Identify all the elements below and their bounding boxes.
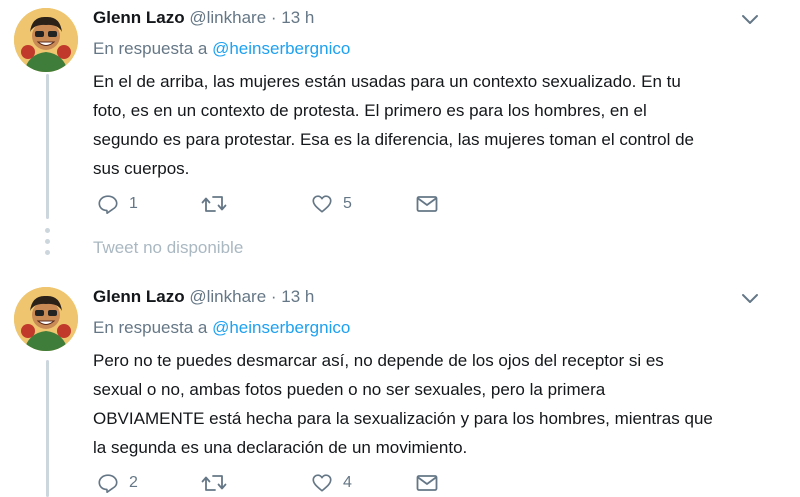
heart-icon — [312, 474, 332, 492]
user-handle[interactable]: @linkhare — [189, 8, 266, 27]
display-name[interactable]: Glenn Lazo — [93, 287, 185, 306]
timestamp[interactable]: 13 h — [281, 8, 314, 27]
reply-mention-link[interactable]: @heinserbergnico — [212, 39, 350, 58]
tweet-text-line: segundo es para protestar. Esa es la dif… — [93, 130, 695, 149]
like-button[interactable]: 4 — [311, 471, 352, 495]
reply-context: En respuesta a @heinserbergnico — [93, 39, 350, 59]
retweet-button[interactable] — [201, 192, 237, 216]
reply-icon — [98, 474, 118, 493]
display-name[interactable]: Glenn Lazo — [93, 8, 185, 27]
tweet-text-line: la segunda es una declaración de un movi… — [93, 438, 468, 457]
tweet-text-line: sexual o no, ambas fotos pueden o no ser… — [93, 380, 606, 399]
heart-icon — [312, 195, 332, 213]
tweet-text-line: OBVIAMENTE está hecha para la sexualizac… — [93, 409, 713, 428]
retweet-icon — [201, 196, 227, 212]
tweet-text-line: foto, es en un contexto de protesta. El … — [93, 101, 647, 120]
envelope-icon — [416, 475, 438, 491]
tweet-header: Glenn Lazo @linkhare · 13 h — [93, 287, 314, 307]
direct-message-button[interactable] — [415, 192, 439, 216]
direct-message-button[interactable] — [415, 471, 439, 495]
user-handle[interactable]: @linkhare — [189, 287, 266, 306]
retweet-button[interactable] — [201, 471, 237, 495]
tweet-text: Pero no te puedes desmarcar así, no depe… — [93, 346, 783, 462]
tweet[interactable]: Glenn Lazo @linkhare · 13 h En respuesta… — [0, 0, 800, 230]
envelope-icon — [416, 196, 438, 212]
separator: · — [270, 8, 277, 27]
reply-context: En respuesta a @heinserbergnico — [93, 318, 350, 338]
tweet-text-line: Pero no te puedes desmarcar así, no depe… — [93, 351, 664, 370]
reply-button[interactable]: 1 — [97, 192, 138, 216]
like-count: 4 — [343, 474, 352, 491]
reply-prefix: En respuesta a — [93, 318, 208, 337]
reply-count: 2 — [129, 474, 138, 491]
timestamp[interactable]: 13 h — [281, 287, 314, 306]
reply-icon — [98, 195, 118, 214]
tweet-header: Glenn Lazo @linkhare · 13 h — [93, 8, 314, 28]
avatar[interactable] — [14, 8, 78, 72]
separator: · — [270, 287, 277, 306]
thread-dot — [45, 250, 50, 255]
tweet-text-line: En el de arriba, las mujeres están usada… — [93, 72, 681, 91]
tweet-actions: 1 5 — [93, 192, 493, 216]
retweet-icon — [201, 475, 227, 491]
reply-prefix: En respuesta a — [93, 39, 208, 58]
like-button[interactable]: 5 — [311, 192, 352, 216]
reply-count: 1 — [129, 195, 138, 212]
reply-button[interactable]: 2 — [97, 471, 138, 495]
like-count: 5 — [343, 195, 352, 212]
tweet-unavailable-notice: Tweet no disponible — [93, 238, 244, 257]
tweet-actions: 2 4 — [93, 471, 493, 495]
chevron-down-icon[interactable] — [740, 13, 760, 27]
thread-dot — [45, 239, 50, 244]
chevron-down-icon[interactable] — [740, 292, 760, 306]
tweet-text-line: sus cuerpos. — [93, 159, 190, 178]
avatar[interactable] — [14, 287, 78, 351]
reply-mention-link[interactable]: @heinserbergnico — [212, 318, 350, 337]
tweet[interactable]: Glenn Lazo @linkhare · 13 h En respuesta… — [0, 275, 800, 497]
tweet-text: En el de arriba, las mujeres están usada… — [93, 67, 783, 183]
